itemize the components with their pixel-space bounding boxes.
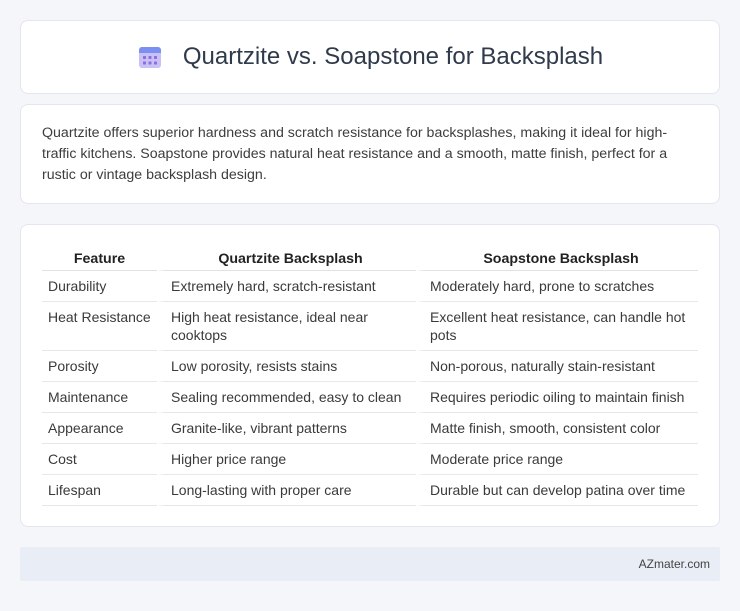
soapstone-cell: Moderate price range <box>416 444 698 475</box>
intro-card: Quartzite offers superior hardness and s… <box>20 104 720 204</box>
table-row: Lifespan Long-lasting with proper care D… <box>42 475 698 506</box>
feature-cell: Durability <box>42 271 157 302</box>
table-row: Cost Higher price range Moderate price r… <box>42 444 698 475</box>
table-row: Porosity Low porosity, resists stains No… <box>42 351 698 382</box>
comparison-table: Feature Quartzite Backsplash Soapstone B… <box>42 247 698 506</box>
table-row: Maintenance Sealing recommended, easy to… <box>42 382 698 413</box>
column-header-feature: Feature <box>42 247 157 271</box>
quartzite-cell: Sealing recommended, easy to clean <box>157 382 416 413</box>
quartzite-cell: Extremely hard, scratch-resistant <box>157 271 416 302</box>
soapstone-cell: Moderately hard, prone to scratches <box>416 271 698 302</box>
comparison-table-card: Feature Quartzite Backsplash Soapstone B… <box>20 224 720 527</box>
quartzite-cell: High heat resistance, ideal near cooktop… <box>157 302 416 351</box>
soapstone-cell: Matte finish, smooth, consistent color <box>416 413 698 444</box>
feature-cell: Porosity <box>42 351 157 382</box>
column-header-soapstone: Soapstone Backsplash <box>416 247 698 271</box>
column-header-quartzite: Quartzite Backsplash <box>157 247 416 271</box>
table-row: Durability Extremely hard, scratch-resis… <box>42 271 698 302</box>
title-card: Quartzite vs. Soapstone for Backsplash <box>20 20 720 94</box>
quartzite-cell: Higher price range <box>157 444 416 475</box>
soapstone-cell: Durable but can develop patina over time <box>416 475 698 506</box>
feature-cell: Heat Resistance <box>42 302 157 351</box>
table-row: Appearance Granite-like, vibrant pattern… <box>42 413 698 444</box>
soapstone-cell: Non-porous, naturally stain-resistant <box>416 351 698 382</box>
feature-cell: Lifespan <box>42 475 157 506</box>
calendar-icon <box>138 47 161 68</box>
footer-bar: AZmater.com <box>20 547 720 581</box>
quartzite-cell: Long-lasting with proper care <box>157 475 416 506</box>
table-row: Heat Resistance High heat resistance, id… <box>42 302 698 351</box>
soapstone-cell: Requires periodic oiling to maintain fin… <box>416 382 698 413</box>
feature-cell: Maintenance <box>42 382 157 413</box>
feature-cell: Appearance <box>42 413 157 444</box>
table-header-row: Feature Quartzite Backsplash Soapstone B… <box>42 247 698 271</box>
quartzite-cell: Granite-like, vibrant patterns <box>157 413 416 444</box>
intro-text: Quartzite offers superior hardness and s… <box>42 125 668 183</box>
page-title: Quartzite vs. Soapstone for Backsplash <box>182 43 604 70</box>
footer-brand: AZmater.com <box>638 557 710 571</box>
soapstone-cell: Excellent heat resistance, can handle ho… <box>416 302 698 351</box>
feature-cell: Cost <box>42 444 157 475</box>
quartzite-cell: Low porosity, resists stains <box>157 351 416 382</box>
